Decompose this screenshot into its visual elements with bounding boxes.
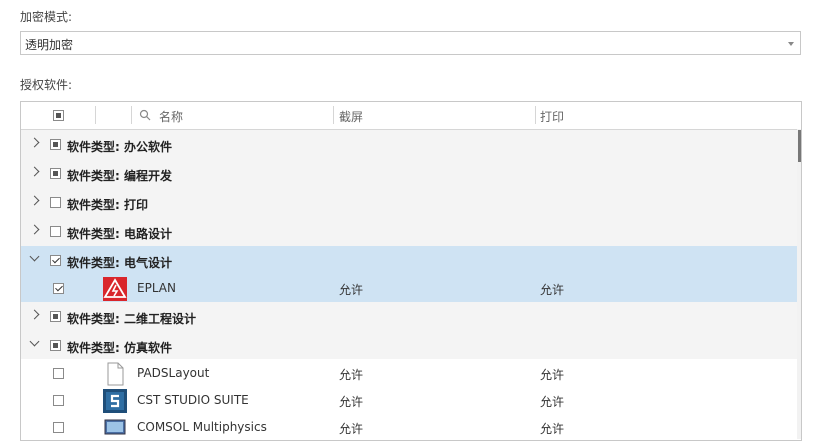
dropdown-arrow-icon: [788, 42, 794, 46]
software-name: COMSOL Multiphysics: [137, 420, 267, 434]
screenshot-permission: 允许: [339, 283, 364, 297]
print-permission: 允许: [540, 283, 565, 297]
group-checkbox[interactable]: [50, 311, 61, 322]
expand-chevron-icon[interactable]: [29, 224, 40, 235]
encryption-mode-select[interactable]: 透明加密: [20, 31, 801, 55]
group-checkbox[interactable]: [50, 139, 61, 150]
print-permission: 允许: [540, 422, 565, 436]
software-row-padslayout[interactable]: PADSLayout 允许 允许: [21, 359, 799, 388]
software-row-cst[interactable]: CST STUDIO SUITE 允许 允许: [21, 386, 799, 415]
comsol-icon: [104, 419, 126, 435]
expand-chevron-icon[interactable]: [29, 309, 40, 320]
name-filter-input[interactable]: 名称: [159, 108, 183, 125]
group-row-circuit-design[interactable]: 软件类型: 电路设计: [21, 217, 799, 246]
grid-header: 名称 截屏 打印: [21, 102, 801, 130]
group-checkbox[interactable]: [50, 255, 61, 266]
column-header-print[interactable]: 打印: [540, 108, 564, 125]
search-icon: [139, 109, 151, 121]
group-checkbox[interactable]: [50, 340, 61, 351]
authorized-software-label: 授权软件:: [20, 78, 73, 92]
group-title: 软件类型: 办公软件: [67, 140, 172, 154]
software-name: PADSLayout: [137, 366, 210, 380]
column-header-screenshot[interactable]: 截屏: [339, 108, 363, 125]
group-row-print[interactable]: 软件类型: 打印: [21, 188, 799, 217]
group-title: 软件类型: 仿真软件: [67, 341, 172, 355]
select-all-checkbox[interactable]: [53, 110, 64, 121]
group-row-simulation[interactable]: 软件类型: 仿真软件: [21, 331, 799, 360]
group-checkbox[interactable]: [50, 226, 61, 237]
scrollbar-thumb[interactable]: [798, 130, 801, 162]
collapse-chevron-icon[interactable]: [29, 251, 40, 262]
print-permission: 允许: [540, 395, 565, 409]
group-title: 软件类型: 电气设计: [67, 256, 172, 270]
group-title: 软件类型: 电路设计: [67, 227, 172, 241]
expand-chevron-icon[interactable]: [29, 137, 40, 148]
group-row-office[interactable]: 软件类型: 办公软件: [21, 130, 799, 159]
screenshot-permission: 允许: [339, 368, 364, 382]
item-checkbox[interactable]: [53, 283, 64, 294]
vertical-scrollbar[interactable]: [797, 129, 801, 439]
group-row-electrical-design[interactable]: 软件类型: 电气设计: [21, 246, 799, 275]
software-row-eplan[interactable]: EPLAN 允许 允许: [21, 274, 799, 303]
file-icon: [107, 362, 124, 386]
software-name: EPLAN: [137, 281, 176, 295]
group-checkbox[interactable]: [50, 197, 61, 208]
item-checkbox[interactable]: [53, 395, 64, 406]
encryption-mode-label: 加密模式:: [20, 10, 73, 24]
expand-chevron-icon[interactable]: [29, 166, 40, 177]
collapse-chevron-icon[interactable]: [29, 336, 40, 347]
group-row-2d-engineering[interactable]: 软件类型: 二维工程设计: [21, 302, 799, 331]
item-checkbox[interactable]: [53, 368, 64, 379]
group-row-programming[interactable]: 软件类型: 编程开发: [21, 159, 799, 188]
screenshot-permission: 允许: [339, 395, 364, 409]
group-checkbox[interactable]: [50, 168, 61, 179]
screenshot-permission: 允许: [339, 422, 364, 436]
group-title: 软件类型: 编程开发: [67, 169, 172, 183]
group-title: 软件类型: 打印: [67, 198, 148, 212]
software-grid: 名称 截屏 打印 软件类型: 办公软件 软件类型: 编程开发 软件类型: 打印 …: [20, 101, 802, 441]
expand-chevron-icon[interactable]: [29, 195, 40, 206]
print-permission: 允许: [540, 368, 565, 382]
software-name: CST STUDIO SUITE: [137, 393, 249, 407]
encryption-mode-value: 透明加密: [25, 38, 74, 52]
cst-icon: [103, 389, 127, 413]
group-title: 软件类型: 二维工程设计: [67, 312, 196, 326]
software-row-comsol[interactable]: COMSOL Multiphysics 允许 允许: [21, 413, 799, 440]
eplan-icon: [103, 277, 127, 301]
